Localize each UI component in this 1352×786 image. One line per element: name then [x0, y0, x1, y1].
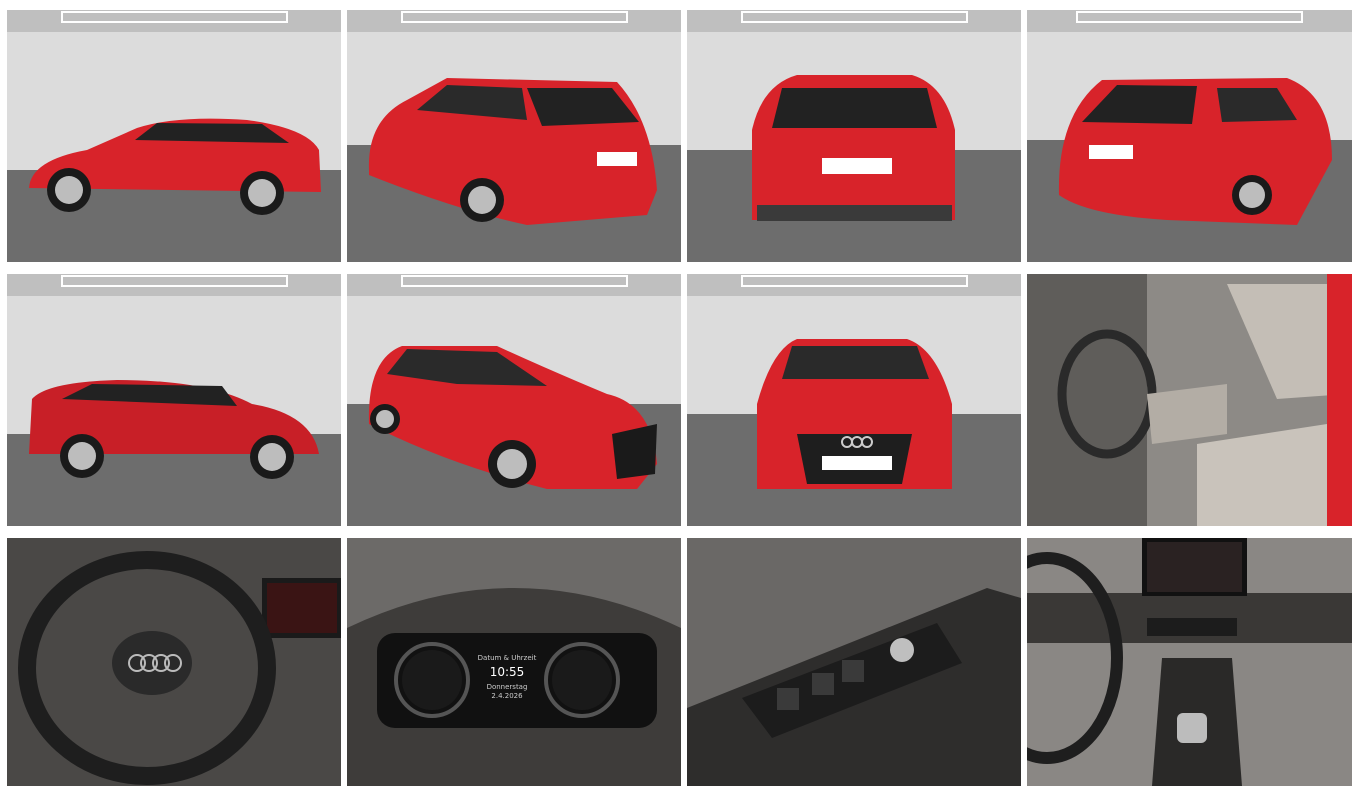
photo-interior-window-controls[interactable] [687, 538, 1021, 786]
photo-exterior-side-left[interactable] [7, 10, 341, 262]
car-rear-image [687, 10, 1021, 262]
photo-interior-front-seats[interactable] [1027, 274, 1352, 526]
cluster-day: Donnerstag [487, 683, 528, 691]
cluster-date: 2.4.2026 [491, 692, 523, 700]
car-rear-right-image [1027, 10, 1352, 262]
instrument-cluster-image: Datum & Uhrzeit 10:55 Donnerstag 2.4.202… [347, 538, 681, 786]
car-rear-left-image [347, 10, 681, 262]
steering-wheel-image [7, 538, 341, 786]
cluster-time: 10:55 [490, 665, 525, 679]
photo-exterior-rear-three-quarter-left[interactable] [347, 10, 681, 262]
car-front-left-image [347, 274, 681, 526]
photo-interior-instrument-cluster[interactable]: Datum & Uhrzeit 10:55 Donnerstag 2.4.202… [347, 538, 681, 786]
interior-seats-image [1027, 274, 1352, 526]
photo-exterior-front[interactable] [687, 274, 1021, 526]
car-side-image [7, 10, 341, 262]
photo-interior-steering-wheel[interactable] [7, 538, 341, 786]
window-controls-image [687, 538, 1021, 786]
photo-gallery: Datum & Uhrzeit 10:55 Donnerstag 2.4.202… [7, 10, 1352, 786]
cluster-title: Datum & Uhrzeit [478, 654, 537, 662]
photo-interior-dashboard-center[interactable] [1027, 538, 1352, 786]
photo-exterior-front-three-quarter[interactable] [347, 274, 681, 526]
car-front-image [687, 274, 1021, 526]
photo-exterior-rear-three-quarter-right[interactable] [1027, 10, 1352, 262]
photo-exterior-side-right[interactable] [7, 274, 341, 526]
photo-exterior-rear[interactable] [687, 10, 1021, 262]
dashboard-center-image [1027, 538, 1352, 786]
car-side-right-image [7, 274, 341, 526]
